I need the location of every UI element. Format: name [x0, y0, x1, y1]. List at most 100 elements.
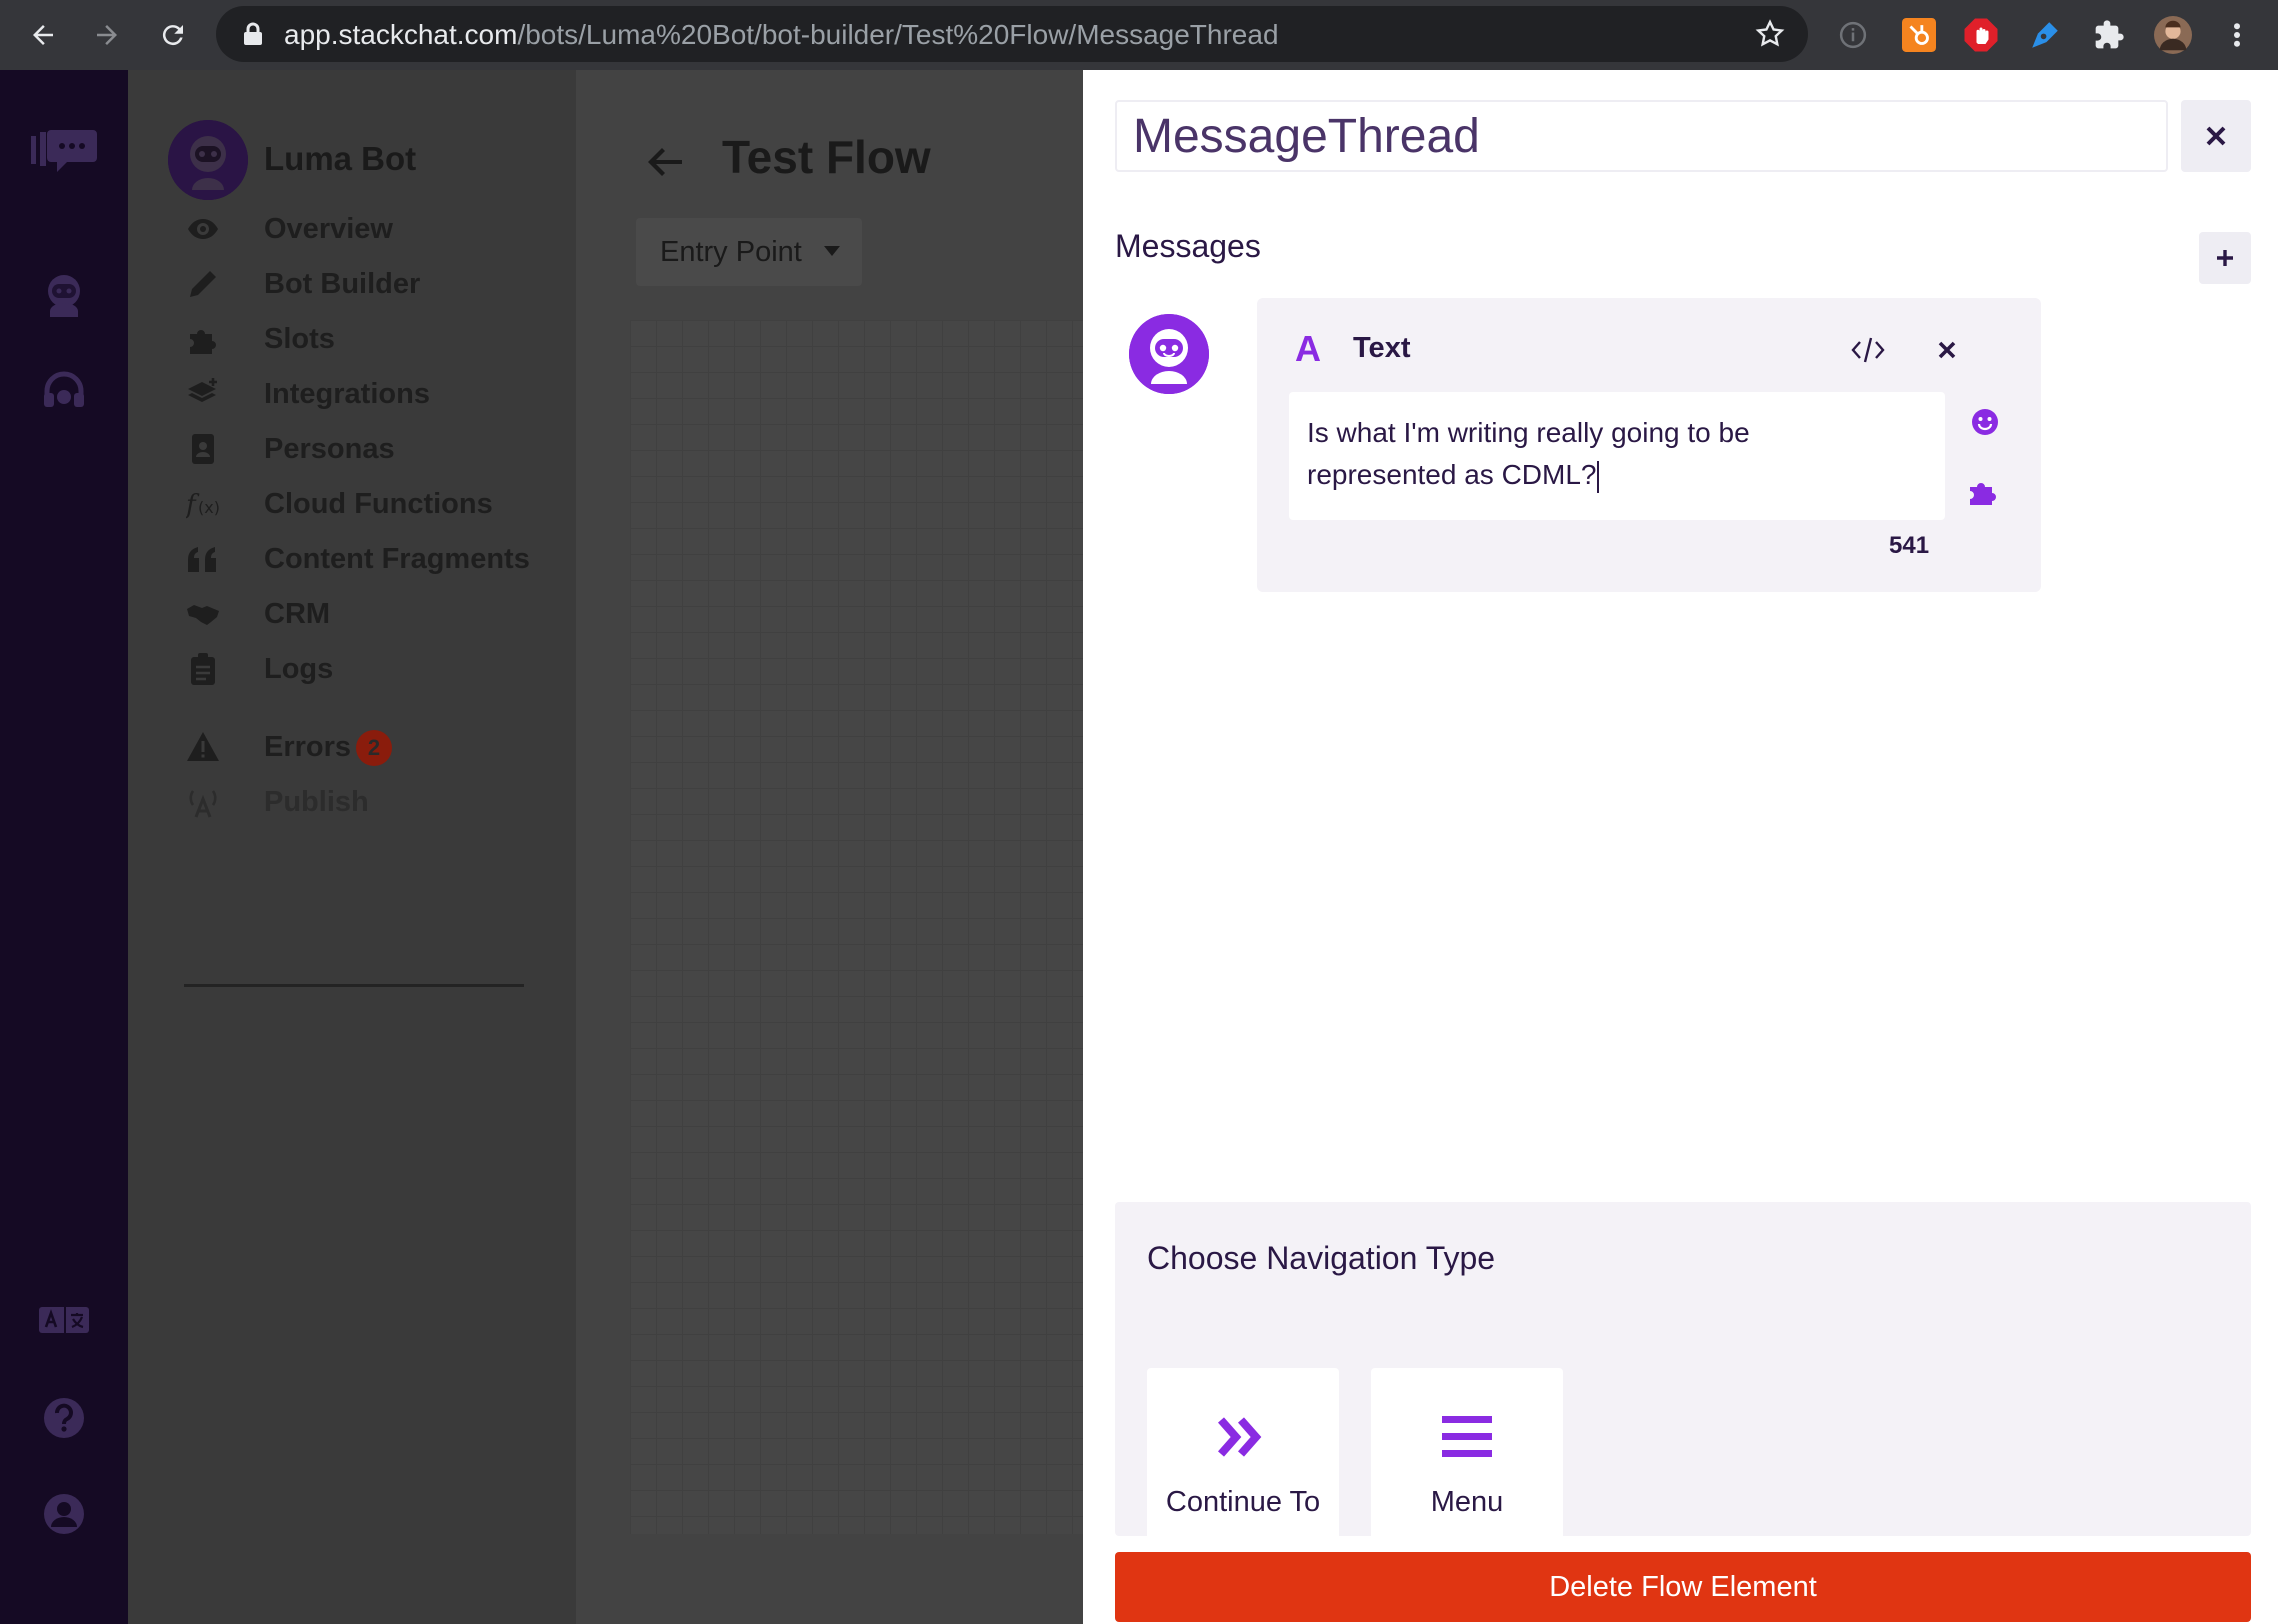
function-icon: f (x)	[186, 490, 220, 520]
code-view-button[interactable]	[1843, 328, 1893, 372]
sidebar-item-integrations[interactable]: Integrations	[128, 363, 576, 423]
close-panel-button[interactable]	[2181, 100, 2251, 172]
entry-point-label: Entry Point	[660, 236, 802, 268]
message-text-input[interactable]: Is what I'm writing really going to be r…	[1289, 392, 1945, 520]
sidebar-item-label: Integrations	[264, 378, 430, 410]
warning-icon	[187, 732, 219, 761]
adblock-icon[interactable]	[1962, 16, 2000, 54]
browser-toolbar: app.stackchat.com/bots/Luma%20Bot/bot-bu…	[0, 0, 2278, 70]
sidebar-item-crm[interactable]: CRM	[128, 583, 576, 643]
lock-icon	[244, 22, 262, 45]
sidebar-item-overview[interactable]: Overview	[128, 198, 576, 258]
sidebar-item-label: Errors	[264, 731, 352, 763]
quote-icon	[188, 547, 216, 572]
bot-name: Luma Bot	[264, 140, 417, 177]
layers-plus-icon	[188, 378, 217, 402]
sidebar-item-label: Logs	[264, 653, 334, 685]
bot-avatar	[1129, 314, 1209, 394]
double-chevron-right-icon	[1218, 1417, 1262, 1457]
reload-icon[interactable]	[150, 12, 196, 58]
entry-point-dropdown[interactable]: Entry Point	[636, 218, 862, 286]
sidebar-item-publish[interactable]: Publish	[128, 771, 576, 831]
sidebar-item-slots[interactable]: Slots	[128, 308, 576, 368]
errors-count-badge: 2	[356, 730, 392, 766]
app-shell: Luma Bot Overview Bot Builder Slots Inte…	[0, 70, 2278, 1624]
navigation-type-section: Choose Navigation Type Continue To Menu	[1115, 1202, 2251, 1558]
pencil-icon	[190, 271, 216, 297]
message-card: A Text Is what I'm writing really going …	[1257, 298, 2041, 592]
clipboard-icon	[191, 653, 215, 685]
add-message-button[interactable]	[2199, 232, 2251, 284]
account-icon[interactable]	[24, 1482, 104, 1546]
puzzle-icon	[190, 330, 216, 354]
sidebar-item-bot-builder[interactable]: Bot Builder	[128, 253, 576, 313]
menu-option[interactable]: Menu	[1371, 1368, 1563, 1558]
continue-to-label: Continue To	[1165, 1486, 1321, 1518]
code-icon	[1851, 337, 1885, 363]
hamburger-menu-icon	[1442, 1416, 1492, 1457]
bot-avatar	[168, 120, 248, 200]
hubspot-icon[interactable]	[1900, 16, 1938, 54]
broadcast-icon	[189, 790, 217, 818]
info-icon[interactable]	[1834, 16, 1872, 54]
messages-heading: Messages	[1115, 228, 1261, 264]
svg-text:(x): (x)	[198, 498, 220, 517]
sidebar-item-errors[interactable]: Errors 2	[128, 716, 576, 776]
text-type-icon: A	[1295, 328, 1321, 369]
sidebar-item-label: Publish	[264, 786, 369, 818]
eye-icon	[188, 219, 218, 239]
id-badge-icon	[192, 434, 214, 464]
more-menu-icon[interactable]	[2218, 16, 2256, 54]
pen-tool-icon[interactable]	[2026, 16, 2064, 54]
remove-message-button[interactable]	[1925, 328, 1969, 372]
flow-element-panel: Messages A Text Is what I'm writing real…	[1083, 70, 2278, 1624]
sidebar-item-label: Cloud Functions	[264, 488, 493, 520]
navigation-type-heading: Choose Navigation Type	[1147, 1240, 1496, 1276]
sidebar-item-cloud-functions[interactable]: f (x) Cloud Functions	[128, 473, 576, 533]
extensions-icon[interactable]	[2090, 16, 2128, 54]
caret-down-icon	[824, 246, 840, 256]
bot-icon[interactable]	[24, 264, 104, 328]
flow-title: Test Flow	[722, 131, 931, 183]
insert-slot-button[interactable]	[1965, 472, 2005, 512]
sidebar-item-label: Content Fragments	[264, 543, 530, 575]
smiley-icon	[1972, 409, 1998, 435]
sidebar-item-label: CRM	[264, 598, 331, 630]
delete-flow-element-button[interactable]: Delete Flow Element	[1115, 1552, 2251, 1622]
character-count: 541	[1889, 532, 1930, 559]
emoji-picker-button[interactable]	[1965, 402, 2005, 442]
sidebar-item-content-fragments[interactable]: Content Fragments	[128, 528, 576, 588]
flow-canvas[interactable]	[630, 320, 1083, 1534]
address-bar[interactable]: app.stackchat.com/bots/Luma%20Bot/bot-bu…	[216, 6, 1808, 62]
support-headset-icon[interactable]	[24, 360, 104, 424]
global-nav-rail	[0, 70, 128, 1624]
bookmark-star-icon[interactable]	[1754, 18, 1786, 50]
element-name-input[interactable]	[1115, 100, 2168, 172]
back-arrow-icon[interactable]	[646, 142, 686, 182]
help-icon[interactable]	[24, 1386, 104, 1450]
sidebar-item-label: Personas	[264, 433, 395, 465]
back-icon[interactable]	[20, 12, 66, 58]
url-host: app.stackchat.com	[284, 19, 518, 50]
sidebar-divider	[184, 984, 524, 987]
plus-icon	[2217, 250, 2233, 266]
continue-to-option[interactable]: Continue To	[1147, 1368, 1339, 1558]
menu-label: Menu	[1430, 1486, 1504, 1518]
forward-icon[interactable]	[84, 12, 130, 58]
message-text-line: represented as CDML?	[1307, 454, 1927, 496]
bot-sidebar: Luma Bot Overview Bot Builder Slots Inte…	[128, 70, 576, 1624]
sidebar-item-label: Slots	[264, 323, 335, 355]
close-icon	[1938, 341, 1956, 359]
close-icon	[2206, 126, 2226, 146]
message-text-line: Is what I'm writing really going to be	[1307, 417, 1750, 448]
translate-icon[interactable]	[24, 1288, 104, 1352]
sidebar-item-personas[interactable]: Personas	[128, 418, 576, 478]
profile-avatar[interactable]	[2154, 16, 2192, 54]
url-path: /bots/Luma%20Bot/bot-builder/Test%20Flow…	[517, 19, 1279, 50]
handshake-icon	[187, 605, 219, 625]
puzzle-icon	[1970, 483, 1996, 505]
stackchat-logo-icon[interactable]	[24, 122, 104, 186]
sidebar-item-label: Overview	[264, 213, 393, 245]
sidebar-item-label: Bot Builder	[264, 268, 421, 300]
sidebar-item-logs[interactable]: Logs	[128, 638, 576, 698]
